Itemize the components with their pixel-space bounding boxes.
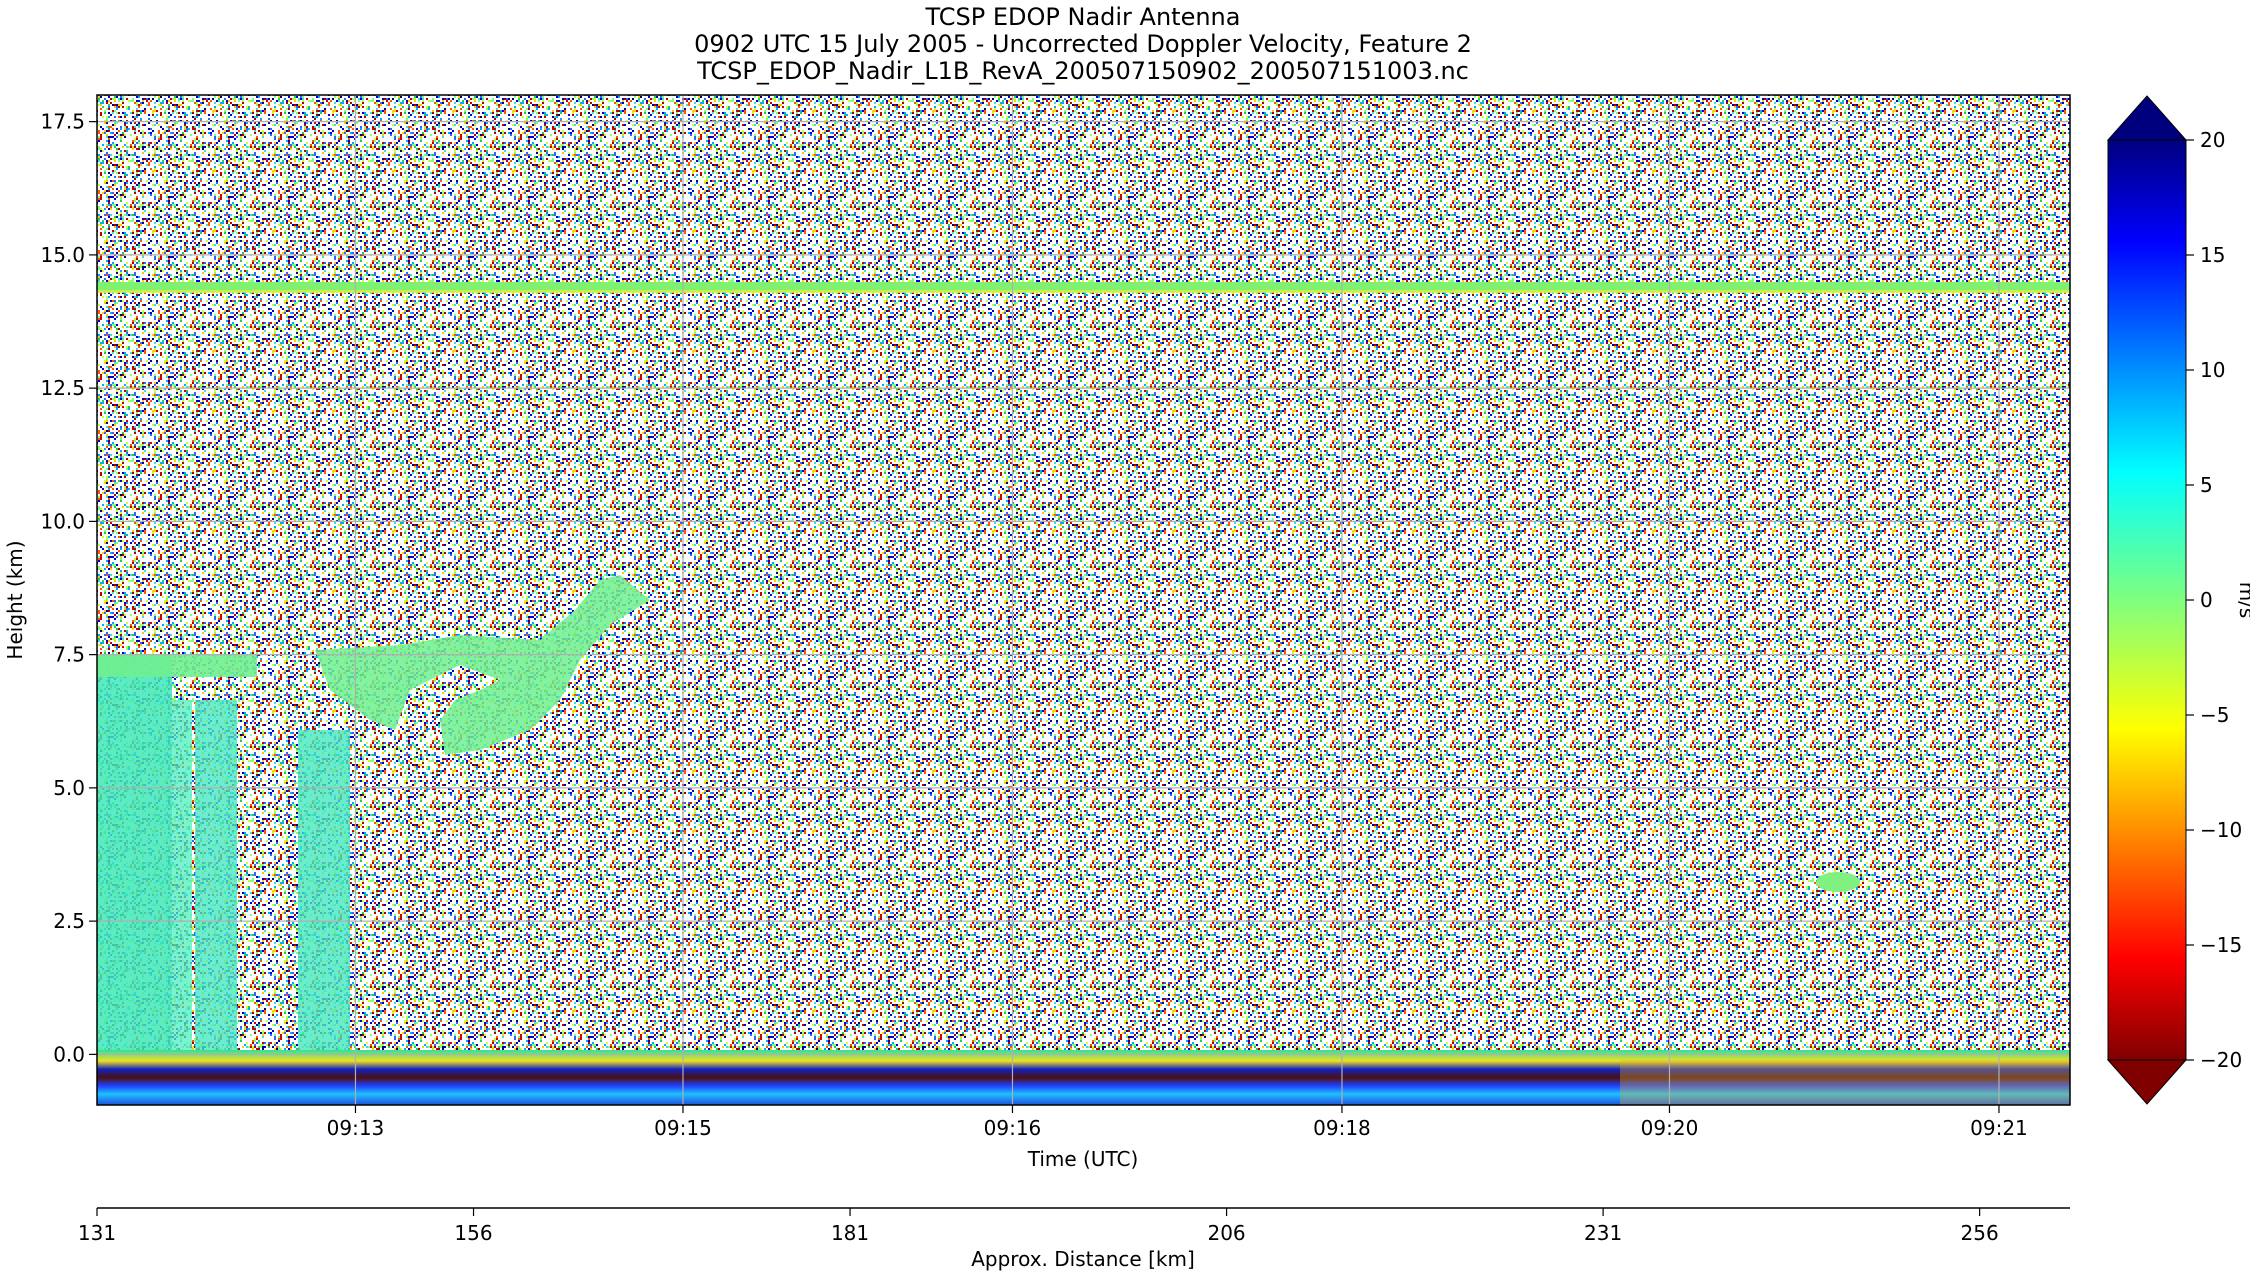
colorbar-gradient: [2107, 139, 2187, 1061]
distance-tick-label: 231: [1584, 1221, 1622, 1245]
title: TCSP EDOP Nadir Antenna 0902 UTC 15 July…: [694, 3, 1472, 85]
colorbar-tick-label: −10: [2200, 818, 2242, 842]
title-line-2: 0902 UTC 15 July 2005 - Uncorrected Dopp…: [694, 30, 1472, 58]
plot-area: [96, 94, 2071, 1106]
distance-tick-label: 256: [1961, 1221, 1999, 1245]
colorbar-tick-label: 10: [2200, 358, 2225, 382]
y-tick-label: 7.5: [53, 643, 85, 667]
colorbar-tick-label: −15: [2200, 933, 2242, 957]
distance-tick-label: 181: [831, 1221, 869, 1245]
colorbar-tick-label: −5: [2200, 703, 2229, 727]
convective-column-1: [172, 700, 192, 1050]
convective-column-2: [195, 700, 237, 1050]
chart: TCSP EDOP Nadir Antenna 0902 UTC 15 July…: [3, 3, 2250, 1271]
colorbar-tick-label: 0: [2200, 588, 2213, 612]
surface-clutter-right: [1620, 1060, 2070, 1105]
convective-column-3: [298, 730, 350, 1050]
y-tick-label: 10.0: [40, 509, 85, 533]
title-line-3: TCSP_EDOP_Nadir_L1B_RevA_200507150902_20…: [696, 57, 1469, 85]
x-axis: 09:13 09:15 09:16 09:18 09:20 09:21: [327, 1105, 2028, 1140]
small-echo-cell: [1816, 872, 1860, 892]
colorbar-ticks: 20 15 10 5 0 −5 −10 −15 −20: [2186, 128, 2242, 1072]
y-axis: 0.0 2.5 5.0 7.5 10.0 12.5 15.0 17.5: [40, 110, 97, 1066]
x-axis-label: Time (UTC): [1027, 1147, 1139, 1171]
title-line-1: TCSP EDOP Nadir Antenna: [925, 3, 1241, 31]
distance-tick-label: 206: [1207, 1221, 1245, 1245]
x-tick-label: 09:13: [327, 1116, 385, 1140]
y-tick-label: 5.0: [53, 776, 85, 800]
colorbar-label: m/s: [2235, 582, 2250, 619]
tropopause-echo-edge: [97, 290, 2070, 293]
x-tick-label: 09:21: [1970, 1116, 2028, 1140]
distance-axis-label: Approx. Distance [km]: [971, 1247, 1195, 1271]
colorbar-extend-max: [2106, 95, 2188, 141]
colorbar-tick-label: 15: [2200, 243, 2225, 267]
colorbar-tick-label: 5: [2200, 473, 2213, 497]
x-tick-label: 09:20: [1641, 1116, 1699, 1140]
y-tick-label: 12.5: [40, 376, 85, 400]
y-axis-label: Height (km): [3, 540, 27, 659]
colorbar-tick-label: 20: [2200, 128, 2225, 152]
y-tick-label: 15.0: [40, 243, 85, 267]
y-tick-label: 17.5: [40, 110, 85, 134]
x-tick-label: 09:18: [1313, 1116, 1371, 1140]
noise-field: [97, 95, 2070, 1105]
x-tick-label: 09:16: [984, 1116, 1042, 1140]
x-tick-label: 09:15: [654, 1116, 712, 1140]
distance-tick-label: 156: [454, 1221, 492, 1245]
distance-tick-label: 131: [78, 1221, 116, 1245]
y-tick-label: 0.0: [53, 1042, 85, 1066]
distance-axis: 131 156 181 206 231 256: [78, 1207, 2070, 1245]
convective-cloud-echo: [97, 655, 172, 1050]
y-tick-label: 2.5: [53, 909, 85, 933]
anvil-top-band: [97, 655, 257, 677]
colorbar: 20 15 10 5 0 −5 −10 −15 −20: [2106, 95, 2242, 1105]
colorbar-tick-label: −20: [2200, 1048, 2242, 1072]
colorbar-extend-min: [2106, 1059, 2188, 1105]
